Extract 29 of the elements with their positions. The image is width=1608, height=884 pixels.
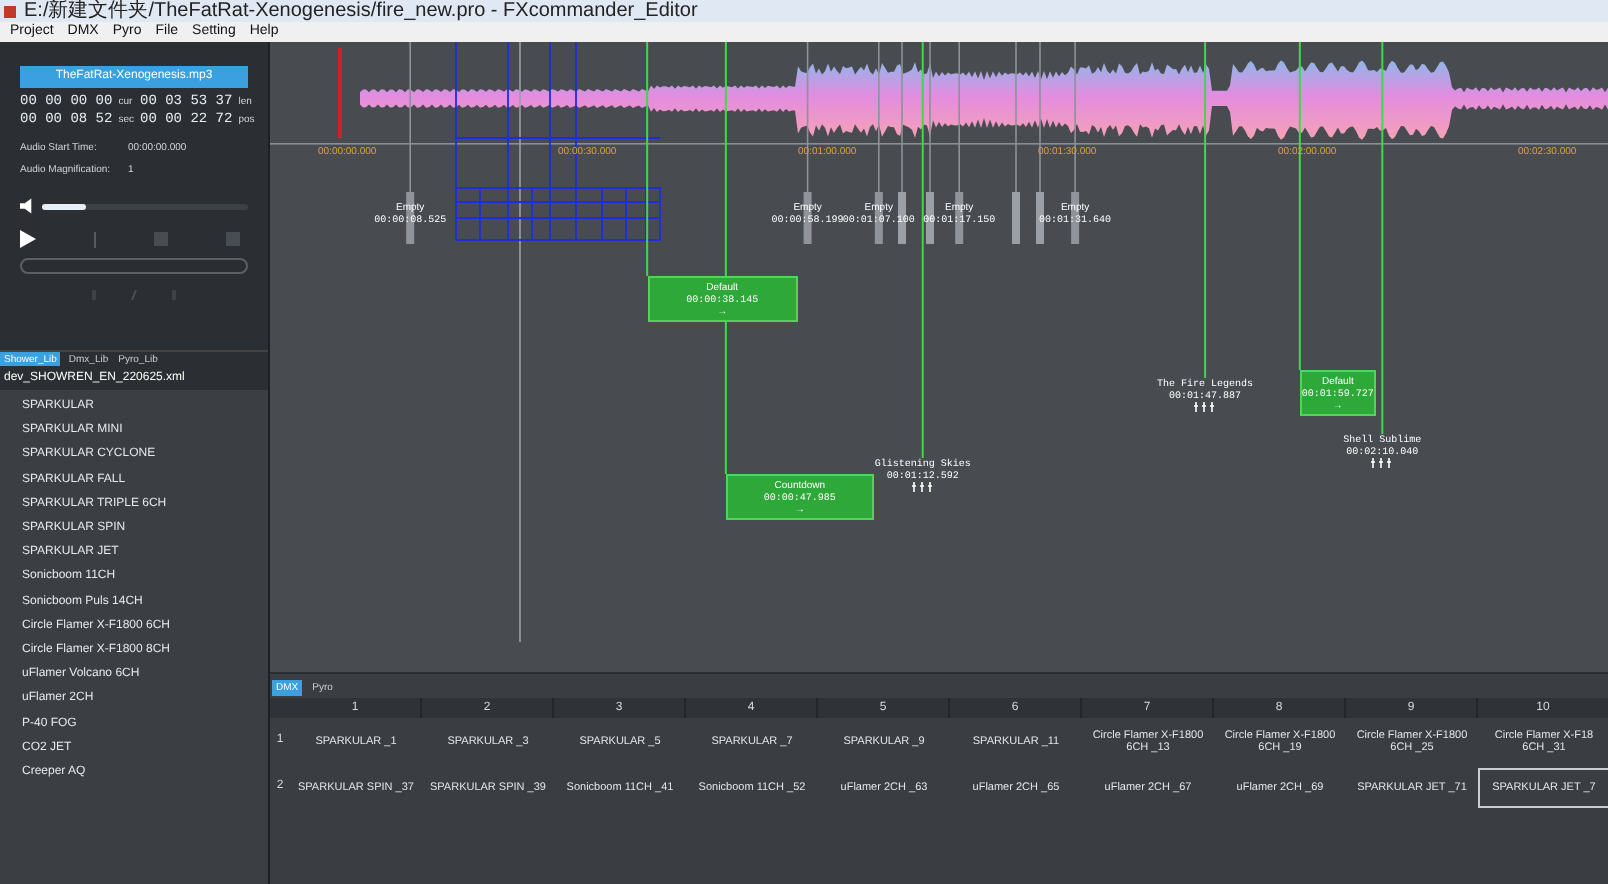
marker-line[interactable] <box>929 42 931 193</box>
marker-line[interactable] <box>519 42 521 643</box>
marker-line[interactable] <box>409 42 411 193</box>
cue-line[interactable] <box>921 42 924 459</box>
cue-line[interactable] <box>1298 42 1301 371</box>
app-icon <box>4 5 16 17</box>
marker-line[interactable] <box>1039 42 1041 193</box>
pause-icon[interactable] <box>93 231 98 247</box>
marker-icon[interactable] <box>911 482 934 492</box>
marker-line[interactable] <box>958 42 960 193</box>
marker-icon[interactable] <box>1194 402 1217 412</box>
speaker-icon[interactable] <box>20 198 36 214</box>
marker-icon[interactable] <box>1012 192 1020 244</box>
marker-line[interactable] <box>806 42 809 193</box>
play-icon[interactable] <box>20 230 36 248</box>
marker-line[interactable] <box>1074 42 1076 193</box>
stop-icon[interactable] <box>225 232 240 246</box>
marker-line[interactable] <box>878 42 880 193</box>
tool-icon[interactable] <box>130 290 138 300</box>
cue-line[interactable] <box>724 42 727 475</box>
stop-icon[interactable] <box>154 232 169 246</box>
cue-line[interactable] <box>1204 42 1207 379</box>
progress-field[interactable] <box>20 258 248 274</box>
cue-line[interactable] <box>646 42 649 277</box>
marker-line[interactable] <box>1015 42 1017 193</box>
marker-icon[interactable] <box>1371 458 1394 468</box>
cue-line[interactable] <box>1381 42 1384 435</box>
marker-line[interactable] <box>901 42 903 193</box>
effect-block-drawing[interactable] <box>455 42 661 241</box>
